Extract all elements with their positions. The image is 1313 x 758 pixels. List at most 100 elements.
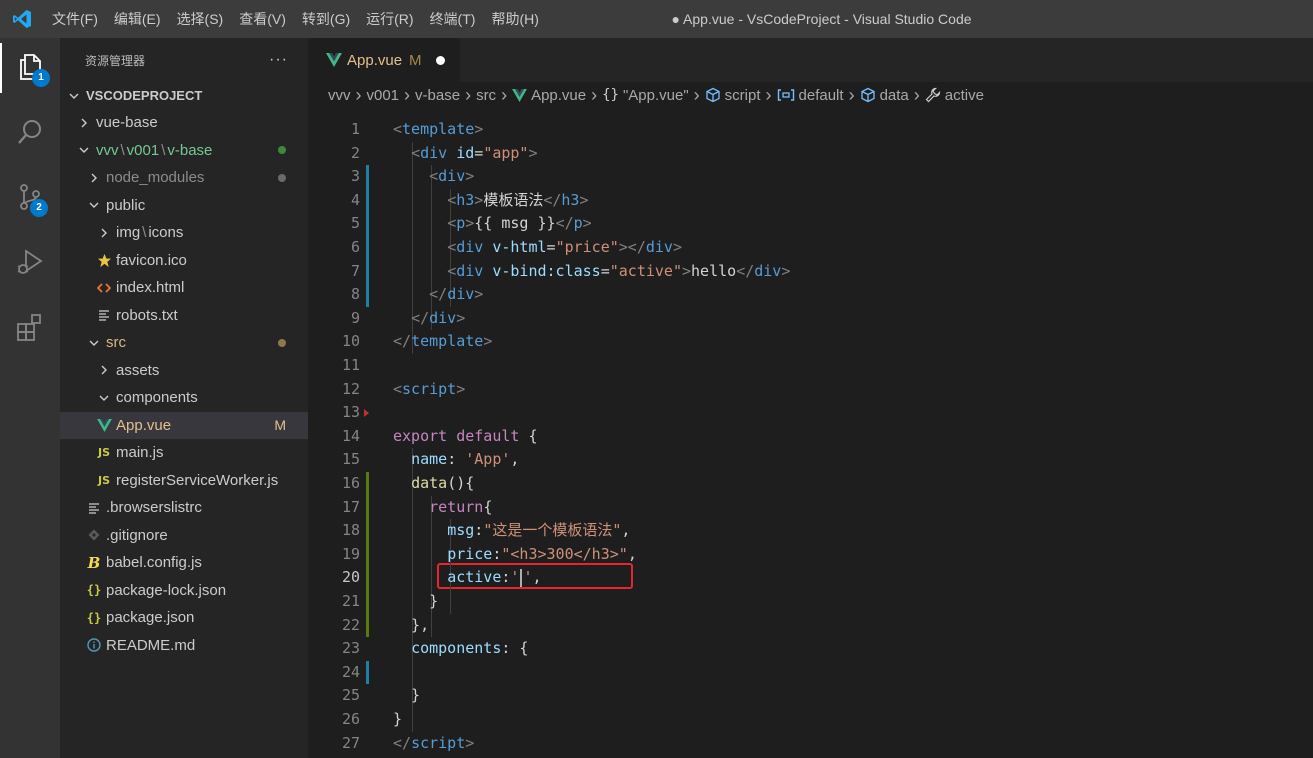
tree-item-package-lock-json[interactable]: {} package-lock.json bbox=[60, 577, 308, 604]
tab-app-vue[interactable]: App.vue M bbox=[308, 38, 460, 82]
code-line[interactable]: 12 <script> bbox=[308, 378, 1313, 402]
menu-item-6[interactable]: 终端(T) bbox=[422, 0, 484, 38]
code-token: price bbox=[447, 544, 493, 563]
code-line[interactable]: 20 active:' ', bbox=[308, 566, 1313, 590]
code-line[interactable]: 19 price:"<h3>300</h3>", bbox=[308, 543, 1313, 567]
code-line[interactable]: 17 return{ bbox=[308, 496, 1313, 520]
tree-item-robots-txt[interactable]: robots.txt bbox=[60, 302, 308, 329]
more-actions-button[interactable]: ··· bbox=[269, 51, 288, 69]
code-line[interactable]: 13 bbox=[308, 401, 1313, 425]
extensions-button[interactable] bbox=[0, 303, 60, 353]
line-number: 22 bbox=[341, 615, 360, 634]
code-token: {{ msg }} bbox=[474, 214, 556, 233]
tree-item-main-js[interactable]: JS main.js bbox=[60, 439, 308, 466]
tree-item-browserslistrc[interactable]: .browserslistrc bbox=[60, 494, 308, 521]
menu-item-2[interactable]: 选择(S) bbox=[169, 0, 232, 38]
line-number: 14 bbox=[341, 426, 360, 445]
tree-item-index-html[interactable]: index.html bbox=[60, 274, 308, 301]
code-line[interactable]: 23 components: { bbox=[308, 637, 1313, 661]
code-line[interactable]: 15 name: 'App', bbox=[308, 448, 1313, 472]
menu-item-1[interactable]: 编辑(E) bbox=[106, 0, 169, 38]
path-segment: vvv bbox=[96, 141, 119, 159]
breadcrumb-item-2[interactable]: v-base bbox=[415, 87, 460, 104]
code-line[interactable]: 1 <template> bbox=[308, 118, 1313, 142]
code-line[interactable]: 16 data(){ bbox=[308, 472, 1313, 496]
code-line[interactable]: 2 <div id="app"> bbox=[308, 142, 1313, 166]
code-line[interactable]: 7 <div v-bind:class="active">hello</div> bbox=[308, 260, 1313, 284]
breadcrumb-item-8[interactable]: data bbox=[860, 87, 909, 104]
code-line[interactable]: 6 <div v-html="price"></div> bbox=[308, 236, 1313, 260]
tree-item-img[interactable]: img \ icons bbox=[60, 219, 308, 246]
run-debug-button[interactable] bbox=[0, 238, 60, 288]
breadcrumb-item-5[interactable]: {} "App.vue" bbox=[602, 87, 689, 104]
tree-item-node-modules[interactable]: node_modules bbox=[60, 164, 308, 191]
code-line[interactable]: 9 </div> bbox=[308, 307, 1313, 331]
line-number: 20 bbox=[341, 568, 360, 587]
breadcrumb-item-9[interactable]: active bbox=[925, 87, 984, 104]
code-editor[interactable]: 1 <template> 2 <div id="app"> 3 <div> 4 <h3>… bbox=[308, 110, 1313, 758]
code-token: div bbox=[456, 261, 484, 280]
breadcrumb-item-1[interactable]: v001 bbox=[367, 87, 400, 104]
breadcrumb-item-0[interactable]: vvv bbox=[328, 87, 351, 104]
code-line[interactable]: 5 <p>{{ msg }}</p> bbox=[308, 212, 1313, 236]
code-line[interactable]: 27 </script> bbox=[308, 732, 1313, 756]
menu-item-3[interactable]: 查看(V) bbox=[231, 0, 294, 38]
explorer-sidebar: 资源管理器 ··· VSCODEPROJECT vue-base vvv \ v001… bbox=[60, 38, 308, 758]
breadcrumb-item-7[interactable]: default bbox=[777, 87, 844, 104]
menu-item-7[interactable]: 帮助(H) bbox=[483, 0, 546, 38]
tab-bar: App.vue M bbox=[308, 38, 1313, 82]
line-number: 15 bbox=[341, 450, 360, 469]
tree-root-vscodeproject[interactable]: VSCODEPROJECT bbox=[60, 82, 308, 109]
tree-item-gitignore[interactable]: .gitignore bbox=[60, 522, 308, 549]
code-line[interactable]: 3 <div> bbox=[308, 165, 1313, 189]
code-line[interactable]: 21 } bbox=[308, 590, 1313, 614]
path-segment: vue-base bbox=[96, 114, 158, 131]
code-line[interactable]: 18 msg:"这是一个模板语法", bbox=[308, 519, 1313, 543]
code-line[interactable]: 26} bbox=[308, 708, 1313, 732]
search-button[interactable] bbox=[0, 108, 60, 158]
code-line[interactable]: 4 <h3>模板语法</h3> bbox=[308, 189, 1313, 213]
tree-item-components[interactable]: components bbox=[60, 384, 308, 411]
tree-item-babel-config-js[interactable]: Bbabel.config.js bbox=[60, 549, 308, 576]
code-token: v-bind:class bbox=[492, 261, 601, 280]
code-line[interactable]: 22 }, bbox=[308, 614, 1313, 638]
code-line[interactable]: 24 bbox=[308, 661, 1313, 685]
tree-item-public[interactable]: public bbox=[60, 192, 308, 219]
tree-item-registerserviceworker-js[interactable]: JS registerServiceWorker.js bbox=[60, 467, 308, 494]
code-line[interactable]: 10 </template> bbox=[308, 330, 1313, 354]
run-debug-icon bbox=[15, 247, 45, 280]
code-text: </script> bbox=[393, 732, 474, 756]
menu-item-5[interactable]: 运行(R) bbox=[358, 0, 421, 38]
tree-item-label: components bbox=[116, 389, 198, 406]
tree-item-assets[interactable]: assets bbox=[60, 357, 308, 384]
info-icon bbox=[86, 638, 102, 652]
breadcrumb-item-4[interactable]: App.vue bbox=[512, 87, 586, 104]
tree-item-vue-base[interactable]: vue-base bbox=[60, 109, 308, 136]
tree-item-app-vue[interactable]: App.vue M bbox=[60, 411, 308, 439]
explorer-button[interactable]: 1 bbox=[0, 43, 60, 93]
menu-item-0[interactable]: 文件(F) bbox=[44, 0, 106, 38]
code-text: return{ bbox=[393, 496, 492, 520]
menu-item-4[interactable]: 转到(G) bbox=[294, 0, 358, 38]
tree-item-package-json[interactable]: {} package.json bbox=[60, 604, 308, 631]
code-line[interactable]: 11 bbox=[308, 354, 1313, 378]
breadcrumb-item-6[interactable]: script bbox=[705, 87, 761, 104]
path-segment: registerServiceWorker.js bbox=[116, 471, 279, 489]
path-segment: assets bbox=[116, 361, 160, 379]
tree-item-vvv[interactable]: vvv \ v001 \ v-base bbox=[60, 137, 308, 164]
unsaved-dot-icon[interactable] bbox=[435, 55, 445, 65]
code-line[interactable]: 8 </div> bbox=[308, 283, 1313, 307]
braces-icon: {} bbox=[602, 87, 619, 103]
tree-item-favicon-ico[interactable]: favicon.ico bbox=[60, 247, 308, 274]
code-token: return bbox=[429, 497, 484, 516]
source-control-button[interactable]: 2 bbox=[0, 173, 60, 223]
code-line[interactable]: 25 } bbox=[308, 684, 1313, 708]
breadcrumb-separator-icon: › bbox=[355, 84, 362, 105]
breadcrumb-item-3[interactable]: src bbox=[476, 87, 496, 104]
code-line[interactable]: 14 export default { bbox=[308, 425, 1313, 449]
tree-item-readme-md[interactable]: README.md bbox=[60, 632, 308, 659]
tree-item-src[interactable]: src bbox=[60, 329, 308, 356]
path-segment: public bbox=[106, 196, 146, 214]
